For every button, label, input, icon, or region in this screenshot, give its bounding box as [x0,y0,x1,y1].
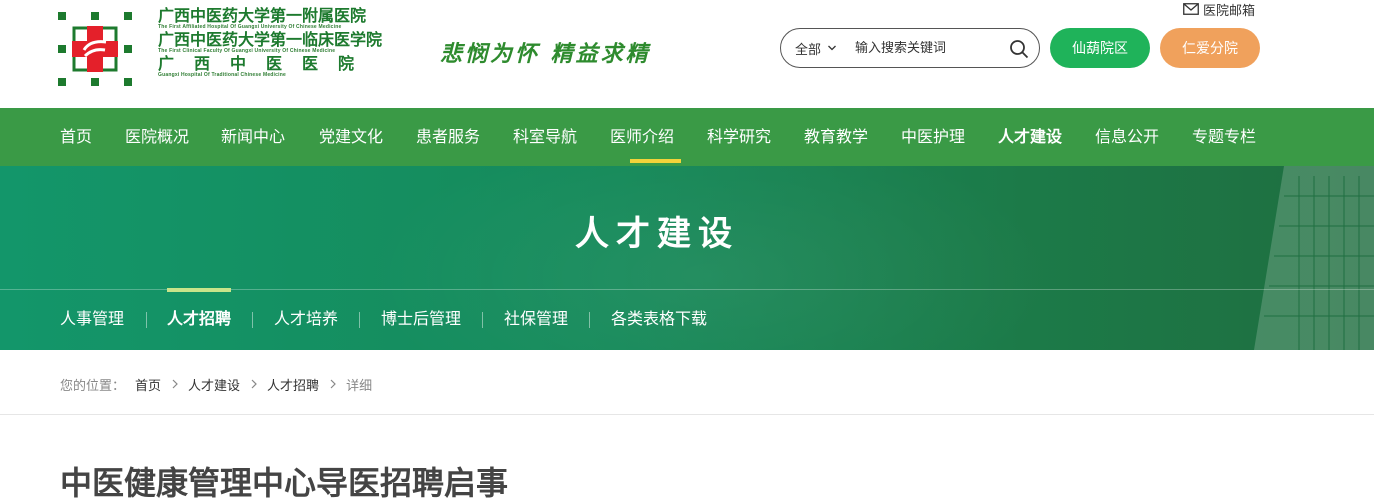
nav-hover-underline [630,159,681,163]
chevron-down-icon [828,45,836,51]
nav-item-education[interactable]: 教育教学 [804,108,868,166]
subnav-item-hr-management[interactable]: 人事管理 [60,290,124,350]
logo-name-line1: 广西中医药大学第一附属医院 [158,6,367,25]
search-input[interactable] [855,40,992,56]
page: 广西中医药大学第一附属医院 The First Affiliated Hospi… [0,0,1374,500]
chevron-right-icon [330,379,336,389]
subnav-separator [252,312,253,328]
search-bar: 全部 [780,28,1040,68]
breadcrumb-divider [0,414,1374,415]
nav-item-departments[interactable]: 科室导航 [513,108,577,166]
breadcrumb-current: 详细 [346,378,373,394]
nav-item-disclosure[interactable]: 信息公开 [1095,108,1159,166]
subnav-item-training[interactable]: 人才培养 [274,290,338,350]
mail-icon [1183,3,1199,15]
nav-item-overview[interactable]: 医院概况 [125,108,189,166]
subnav-item-recruitment[interactable]: 人才招聘 [167,290,231,350]
nav-item-research[interactable]: 科学研究 [707,108,771,166]
section-banner: 人才建设 人事管理 人才招聘 人才培养 博士后管理 社保管理 各类表格下载 [0,166,1374,350]
breadcrumb: 您的位置： 首页 人才建设 人才招聘 详细 [60,374,372,394]
main-nav: 首页 医院概况 新闻中心 党建文化 患者服务 科室导航 医师介绍 科学研究 教育… [0,108,1374,166]
nav-item-tcm-nursing[interactable]: 中医护理 [901,108,965,166]
search-icon[interactable] [1009,39,1029,59]
breadcrumb-talent[interactable]: 人才建设 [188,375,240,394]
subnav-separator [482,312,483,328]
nav-item-news[interactable]: 新闻中心 [221,108,285,166]
hospital-mailbox-link[interactable]: 医院邮箱 [1183,1,1256,19]
logo-name-line2: 广西中医药大学第一临床医学院 [158,30,383,49]
subnav-item-form-downloads[interactable]: 各类表格下载 [611,290,707,350]
subnav-separator [589,312,590,328]
breadcrumb-home[interactable]: 首页 [135,375,161,394]
logo-name-line3-en: Guangxi Hospital Of Traditional Chinese … [158,72,286,78]
subnav-separator [359,312,360,328]
hospital-motto: 悲悯为怀 精益求精 [440,41,651,67]
building-silhouette-icon [1254,166,1374,350]
chevron-right-icon [251,379,257,389]
breadcrumb-recruitment[interactable]: 人才招聘 [267,375,319,394]
nav-item-talent[interactable]: 人才建设 [998,108,1062,166]
nav-item-doctors[interactable]: 医师介绍 [610,108,674,166]
subnav-item-postdoc[interactable]: 博士后管理 [381,290,461,350]
nav-item-home[interactable]: 首页 [60,108,92,166]
subnav-item-social-insurance[interactable]: 社保管理 [504,290,568,350]
article-title: 中医健康管理中心导医招聘启事 [60,464,509,500]
hospital-emblem-icon[interactable] [58,12,132,86]
search-scope-select[interactable]: 全部 [781,39,837,58]
mailbox-label: 医院邮箱 [1203,3,1256,19]
banner-glow [360,166,1060,350]
subnav-separator [146,312,147,328]
search-scope-label: 全部 [795,42,822,58]
breadcrumb-lead: 您的位置： [60,378,126,394]
hospital-logo-text[interactable]: 广西中医药大学第一附属医院 The First Affiliated Hospi… [158,8,410,90]
renai-branch-button[interactable]: 仁爱分院 [1160,28,1260,68]
banner-title: 人才建设 [575,214,739,254]
nav-item-patient-service[interactable]: 患者服务 [416,108,480,166]
logo-name-line3: 广西中医医院 [158,54,375,73]
nav-item-party-culture[interactable]: 党建文化 [319,108,383,166]
chevron-right-icon [172,379,178,389]
site-header: 广西中医药大学第一附属医院 The First Affiliated Hospi… [0,0,1374,108]
xianhu-campus-button[interactable]: 仙葫院区 [1050,28,1150,68]
nav-item-special-topics[interactable]: 专题专栏 [1192,108,1256,166]
